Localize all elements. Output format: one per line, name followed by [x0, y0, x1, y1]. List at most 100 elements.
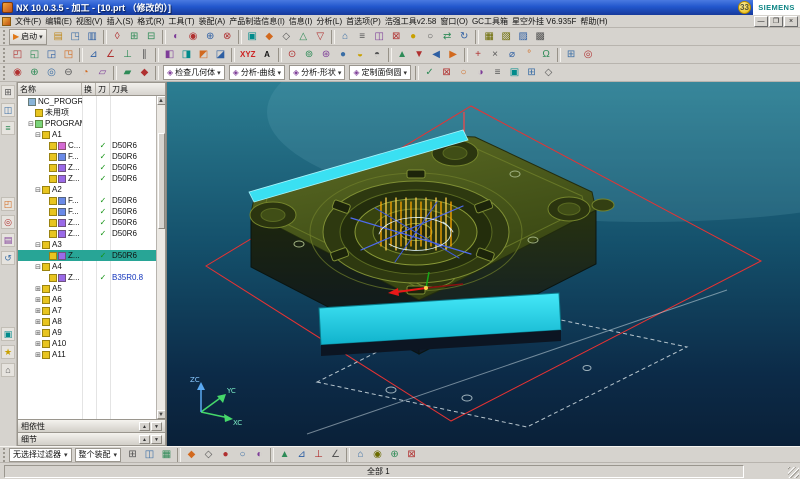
toolbar-icon[interactable]: ● [335, 47, 352, 63]
toolbar-icon[interactable]: ⊠ [388, 29, 405, 45]
expander-icon[interactable]: ⊞ [34, 296, 42, 304]
toolbar-icon[interactable]: ◫ [371, 29, 388, 45]
scroll-up-icon[interactable]: ▲ [157, 96, 166, 105]
toolbar-icon[interactable]: ⊕ [26, 65, 43, 81]
toolbar-grip[interactable] [3, 448, 6, 462]
toolbar-icon[interactable]: ◳ [60, 47, 77, 63]
menu-item[interactable]: 首选项(P) [344, 16, 383, 27]
toolbar-icon[interactable] [231, 48, 235, 62]
details-panel-bar[interactable]: 细节 ▲ ▼ [18, 432, 165, 445]
toolbar-icon[interactable]: ⊞ [124, 447, 141, 463]
toolbar-icon[interactable]: ∠ [102, 47, 119, 63]
toolbar-icon[interactable]: ◆ [136, 65, 153, 81]
menu-item[interactable]: 格式(R) [135, 16, 166, 27]
expander-icon[interactable]: ⊟ [34, 131, 42, 139]
toolbar-icon[interactable]: ◆ [183, 447, 200, 463]
toolbar-icon[interactable]: ◑ [472, 65, 489, 81]
toolbar-icon[interactable]: ◇ [540, 65, 557, 81]
toolbar-icon[interactable]: ⊗ [219, 29, 236, 45]
toolbar-icon[interactable]: ◓ [369, 47, 386, 63]
toolbar-icon[interactable]: ○ [234, 447, 251, 463]
toolbar-icon[interactable]: ◐ [251, 447, 268, 463]
toolbar-icon[interactable]: ▨ [515, 29, 532, 45]
column-tool[interactable]: 刀具 [110, 83, 165, 95]
toolbar-icon[interactable]: ⊠ [438, 65, 455, 81]
toolbar-icon[interactable]: ◲ [43, 47, 60, 63]
toolbar-icon[interactable]: ◀ [428, 47, 445, 63]
dependencies-panel-bar[interactable]: 相依性 ▲ ▼ [18, 419, 165, 432]
selection-filter-dropdown[interactable]: 无选择过滤器 ▾ [9, 448, 72, 462]
toolbar-grip[interactable] [3, 48, 6, 62]
toolbar-icon[interactable]: ▱ [94, 65, 111, 81]
resource-tab-icon[interactable]: ▣ [1, 327, 15, 341]
toolbar-icon[interactable]: ◉ [185, 29, 202, 45]
toolbar-icon[interactable] [162, 30, 166, 44]
toolbar-icon[interactable] [278, 48, 282, 62]
toolbar-icon[interactable] [155, 66, 159, 80]
navigator-row[interactable]: ⊞ A6 [18, 294, 156, 305]
expander-icon[interactable]: ⊞ [34, 329, 42, 337]
menu-item[interactable]: 信息(I) [287, 16, 315, 27]
navigator-row[interactable]: Z... ✓ D50R6 [18, 250, 156, 261]
viewport-3d[interactable]: XC YC ZC [167, 82, 800, 446]
collapse-down-icon[interactable]: ▼ [151, 422, 162, 431]
toolbar-icon[interactable] [475, 30, 479, 44]
graphics-window[interactable]: XC YC ZC [166, 82, 800, 446]
menu-item[interactable]: 星空外挂 V6.935F [510, 16, 578, 27]
menu-item[interactable]: 编辑(E) [43, 16, 74, 27]
toolbar-icon[interactable]: ◉ [9, 65, 26, 81]
expander-icon[interactable]: ⊞ [34, 307, 42, 315]
expander-icon[interactable]: ⊞ [34, 318, 42, 326]
navigator-row[interactable]: ⊞ A9 [18, 327, 156, 338]
toolbar-icon[interactable]: ▣ [244, 29, 261, 45]
resource-tab-icon[interactable]: ◫ [1, 103, 15, 117]
expander-icon[interactable]: ⊟ [34, 186, 42, 194]
scrollbar-thumb[interactable] [158, 133, 165, 229]
toolbar-icon[interactable] [113, 66, 117, 80]
toolbar-icon[interactable]: ⊙ [284, 47, 301, 63]
toolbar-icon[interactable]: ▦ [158, 447, 175, 463]
toolbar-icon[interactable]: + [470, 47, 487, 63]
navigator-row[interactable]: ⊟ A1 [18, 129, 156, 140]
collapse-up-icon[interactable]: ▲ [139, 435, 150, 444]
navigator-row[interactable]: Z... ✓ B35R0.8 [18, 272, 156, 283]
toolbar-icon[interactable]: ○ [455, 65, 472, 81]
toolbar-icon[interactable]: ⊞ [523, 65, 540, 81]
toolbar-icon[interactable]: XYZ [237, 47, 259, 63]
menu-item[interactable]: 工具(T) [166, 16, 196, 27]
toolbar-icon[interactable]: ⊞ [126, 29, 143, 45]
toolbar-icon[interactable]: ▽ [312, 29, 329, 45]
navigator-row[interactable]: ⊞ A10 [18, 338, 156, 349]
toolbar-icon[interactable] [238, 30, 242, 44]
navigator-row[interactable]: ⊟ A4 [18, 261, 156, 272]
toolbar-icon[interactable] [388, 48, 392, 62]
expander-icon[interactable]: ⊞ [34, 340, 42, 348]
toolbar-icon[interactable]: A [259, 47, 276, 63]
toolbar-icon[interactable]: ◨ [178, 47, 195, 63]
toolbar-icon[interactable]: ◆ [261, 29, 278, 45]
menu-item[interactable]: 浩强工具v2.58 [383, 16, 439, 27]
toolbar-icon[interactable]: ◉ [369, 447, 386, 463]
navigator-row[interactable]: ⊞ A11 [18, 349, 156, 360]
toolbar-icon[interactable]: ⊠ [403, 447, 420, 463]
analysis-dropdown[interactable]: ◈ 定制面倒圆 ▾ [349, 65, 411, 80]
menu-item[interactable]: 产品制造信息(I) [227, 16, 287, 27]
resource-tab-icon[interactable]: ⌂ [1, 363, 15, 377]
expander-icon[interactable]: ⊟ [34, 263, 42, 271]
toolbar-icon[interactable]: ⌂ [337, 29, 354, 45]
toolbar-icon[interactable]: ∠ [327, 447, 344, 463]
analysis-dropdown[interactable]: ◈ 检查几何体 ▾ [163, 65, 225, 80]
window-control-button[interactable]: — [754, 16, 768, 27]
expander-icon[interactable]: ⊞ [34, 351, 42, 359]
toolbar-icon[interactable]: ⊿ [85, 47, 102, 63]
window-control-button[interactable]: ❐ [769, 16, 783, 27]
toolbar-icon[interactable] [346, 448, 350, 462]
resource-tab-icon[interactable]: ↺ [1, 251, 15, 265]
navigator-row[interactable]: NC_PROGRAM [18, 96, 156, 107]
toolbar-icon[interactable]: ⊥ [119, 47, 136, 63]
collapse-up-icon[interactable]: ▲ [139, 422, 150, 431]
toolbar-icon[interactable]: ⊿ [293, 447, 310, 463]
navigator-row[interactable]: ⊟ A2 [18, 184, 156, 195]
toolbar-icon[interactable]: ● [217, 447, 234, 463]
toolbar-icon[interactable]: ◒ [352, 47, 369, 63]
